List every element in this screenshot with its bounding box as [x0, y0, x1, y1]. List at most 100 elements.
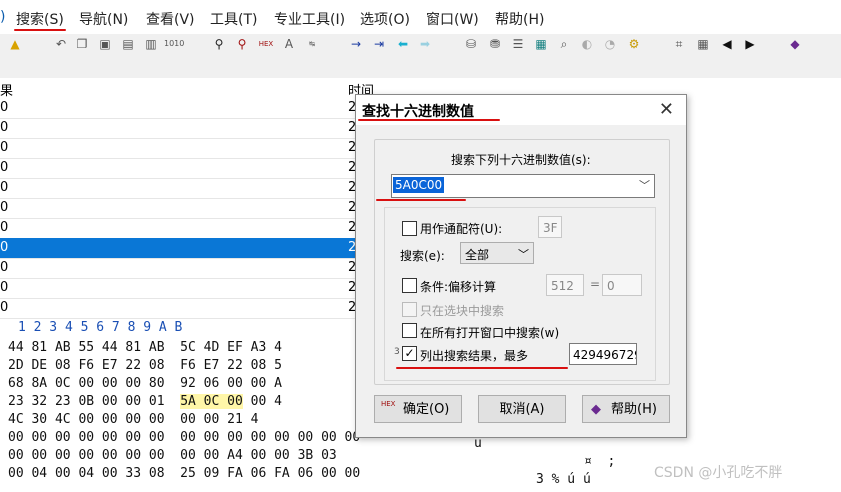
paste-icon[interactable]: ▣ — [96, 35, 114, 53]
wildcard-value[interactable]: 3F — [538, 216, 562, 238]
goto-icon[interactable]: → — [347, 35, 365, 53]
annotation-underline-menu — [14, 29, 66, 31]
disk-icon[interactable]: ⛁ — [462, 35, 480, 53]
menu-navigate[interactable]: 导航(N) — [79, 9, 128, 29]
row-cell: 0 — [0, 180, 9, 195]
find-icon[interactable]: ⚲ — [210, 35, 228, 53]
paste-special-icon[interactable]: ▤ — [119, 35, 137, 53]
table-row[interactable]: 02 — [0, 238, 360, 259]
ok-button[interactable]: HEX 确定(O) — [374, 395, 462, 423]
table-row[interactable]: 02 — [0, 278, 360, 299]
help-label: 帮助(H) — [611, 402, 657, 417]
table-row[interactable]: 02 — [0, 178, 360, 199]
equals-sign: = — [590, 277, 601, 291]
list-prefix: 3 — [394, 347, 400, 357]
menu-help[interactable]: 帮助(H) — [495, 9, 544, 29]
back-icon[interactable]: ⬅ — [394, 35, 412, 53]
chevron-down-icon[interactable]: ﹀ — [518, 246, 529, 262]
replace-hex-icon[interactable]: ↹ — [303, 35, 321, 53]
table-row[interactable]: 02 — [0, 298, 360, 319]
grid-icon[interactable]: ⌗ — [670, 35, 688, 53]
hex-row-bytes: 2D DE 08 F6 E7 22 08 F6 E7 22 08 5 — [8, 358, 282, 373]
hex-row[interactable]: 4C 30 4C 00 00 00 00 00 00 21 4 — [8, 412, 258, 427]
search-icon[interactable]: ⌕ — [555, 35, 573, 53]
hex-row[interactable]: 23 32 23 0B 00 00 01 5A 0C 00 00 4 — [8, 394, 282, 409]
table-row[interactable]: 02 — [0, 198, 360, 219]
search-direction-select[interactable]: 全部 ﹀ — [460, 242, 534, 264]
search-label: 搜索下列十六进制数值(s): — [451, 153, 591, 167]
close-icon[interactable]: ✕ — [659, 99, 674, 120]
table-icon[interactable]: ▦ — [694, 35, 712, 53]
row-cell: 0 — [0, 260, 9, 275]
list-results-checkbox[interactable]: ✓ — [402, 346, 417, 361]
dialog-title: 查找十六进制数值 — [362, 104, 474, 120]
table-row[interactable]: 02 — [0, 218, 360, 239]
hex-row[interactable]: 00 00 00 00 00 00 00 00 00 00 00 00 00 0… — [8, 430, 360, 445]
hex-row[interactable]: 00 00 00 00 00 00 00 00 00 A4 00 00 3B 0… — [8, 448, 337, 463]
watermark: CSDN @小孔吃不胖 — [654, 465, 783, 481]
menu-tools[interactable]: 工具(T) — [210, 9, 257, 29]
menu-window[interactable]: 窗口(W) — [426, 9, 479, 29]
find-text-icon[interactable]: A — [280, 35, 298, 53]
table-row[interactable]: 02 — [0, 158, 360, 179]
lens-icon[interactable]: ◐ — [578, 35, 596, 53]
hex-match-highlight: 5A 0C 00 — [180, 394, 243, 409]
menu-search[interactable]: 搜索(S) — [16, 9, 64, 29]
menu-options[interactable]: 选项(O) — [360, 9, 410, 29]
annotation-underline-value — [376, 199, 466, 201]
results-col-header[interactable]: 果 — [0, 80, 13, 99]
calculator-icon[interactable]: ▦ — [532, 35, 550, 53]
search-value-combo[interactable]: 5A0C00 ﹀ — [391, 174, 655, 198]
annotation-underline-list — [396, 367, 568, 369]
cancel-button[interactable]: 取消(A) — [478, 395, 566, 423]
menu-view[interactable]: 查看(V) — [146, 9, 195, 29]
ram-icon[interactable]: ☰ — [509, 35, 527, 53]
find-hex-icon[interactable]: HEX — [257, 35, 275, 53]
new-icon[interactable]: ▲ — [6, 35, 24, 53]
hex-header-text: 1 2 3 4 5 6 7 8 9 A B — [18, 320, 183, 335]
binary-icon[interactable]: 1010 — [164, 35, 184, 53]
gear-icon[interactable]: ⚙ — [625, 35, 643, 53]
max-results-input[interactable]: 429496729 — [569, 343, 637, 365]
table-row[interactable]: 02 — [0, 98, 360, 119]
offset-value[interactable]: 512 — [546, 274, 584, 296]
next-icon[interactable]: ▶ — [741, 35, 759, 53]
only-selection-label: 只在选块中搜索 — [420, 304, 505, 318]
table-row[interactable]: 02 — [0, 118, 360, 139]
hex-row[interactable]: 44 81 AB 55 44 81 AB 5C 4D EF A3 4 — [8, 340, 282, 355]
table-row[interactable]: 02 — [0, 258, 360, 279]
find-replace-icon[interactable]: ⚲ — [233, 35, 251, 53]
disk-edit-icon[interactable]: ⛃ — [486, 35, 504, 53]
row-cell: 0 — [0, 140, 9, 155]
search-direction-value[interactable]: 全部 — [465, 246, 489, 263]
offset-result[interactable]: 0 — [602, 274, 642, 296]
only-selection-checkbox[interactable] — [402, 302, 417, 317]
undo-icon[interactable]: ↶ — [52, 35, 70, 53]
hex-row-bytes: 00 00 00 00 00 00 00 00 00 A4 00 00 3B 0… — [8, 448, 337, 463]
book-icon[interactable]: ◆ — [786, 35, 804, 53]
wildcard-checkbox[interactable] — [402, 221, 417, 236]
menu-pro-tools[interactable]: 专业工具(I) — [274, 9, 345, 29]
table-row[interactable]: 02 — [0, 138, 360, 159]
row-cell: 0 — [0, 100, 9, 115]
search-value[interactable]: 5A0C00 — [393, 177, 445, 193]
copy-hex-icon[interactable]: ▥ — [142, 35, 160, 53]
condition-checkbox[interactable] — [402, 278, 417, 293]
forward-icon[interactable]: ➡ — [416, 35, 434, 53]
all-windows-checkbox[interactable] — [402, 323, 417, 338]
all-windows-label: 在所有打开窗口中搜索(w) — [420, 326, 560, 340]
help-button[interactable]: ◆ 帮助(H) — [582, 395, 670, 423]
find-hex-icon: HEX — [381, 400, 396, 408]
row-cell: 0 — [0, 240, 9, 255]
prev-icon[interactable]: ◀ — [718, 35, 736, 53]
toolbar: ▲ ↶ ❐ ▣ ▤ ▥ 1010 ⚲ ⚲ HEX A ↹ → ⇥ ⬅ ➡ ⛁ ⛃… — [0, 34, 841, 54]
hex-row[interactable]: 2D DE 08 F6 E7 22 08 F6 E7 22 08 5 — [8, 358, 282, 373]
book-icon: ◆ — [591, 402, 601, 417]
goto-offset-icon[interactable]: ⇥ — [370, 35, 388, 53]
copy-icon[interactable]: ❐ — [73, 35, 91, 53]
hex-row[interactable]: 68 8A 0C 00 00 00 80 92 06 00 00 A — [8, 376, 282, 391]
menu-edge-icon: ) — [0, 9, 6, 25]
chevron-down-icon[interactable]: ﹀ — [639, 177, 650, 193]
chart-icon[interactable]: ◔ — [601, 35, 619, 53]
hex-row[interactable]: 00 04 00 04 00 33 08 25 09 FA 06 FA 06 0… — [8, 466, 360, 481]
